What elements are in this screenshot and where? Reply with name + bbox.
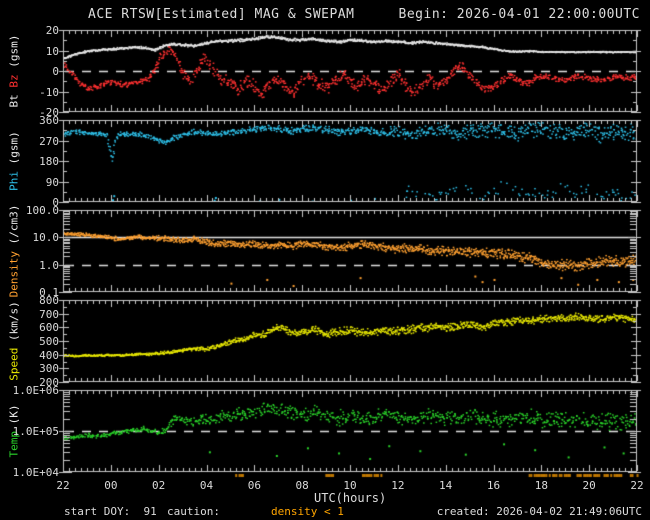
y-tick-label: 500: [39, 335, 59, 348]
x-axis-label: UTC(hours): [314, 491, 387, 505]
start-doy-label: start DOY: 91: [64, 505, 157, 518]
y-tick-label: 90: [45, 175, 59, 189]
y-tick-label: 1.0: [39, 258, 59, 272]
y-tick-label: 270: [39, 134, 59, 148]
ylabel-part: Phi: [7, 170, 21, 191]
y-tick-label: 1.0E+04: [12, 466, 59, 479]
y-tick-label: 20: [45, 24, 59, 37]
created-timestamp: created: 2026-04-02 21:49:06UTC: [436, 505, 642, 518]
y-tick-label: 0: [52, 65, 59, 78]
ylabel-part: (gsm): [7, 131, 21, 171]
caution-label: caution:: [167, 505, 220, 518]
y-tick-label: 360: [39, 114, 59, 127]
page-title: ACE RTSW[Estimated] MAG & SWEPAM: [88, 7, 355, 22]
rtsw-plot-screen: ACE RTSW[Estimated] MAG & SWEPAM Begin: …: [0, 0, 650, 520]
x-tick-label: 16: [486, 479, 501, 492]
y-tick-label: 400: [39, 348, 59, 362]
x-tick-label: 04: [199, 479, 214, 492]
y-tick-label: 700: [39, 307, 59, 321]
x-tick-label: 22: [630, 479, 644, 492]
y-tick-label: 10: [45, 44, 59, 58]
y-tick-label: 600: [39, 321, 59, 335]
ylabel-part: (km/s): [7, 301, 21, 348]
y-tick-label: 300: [39, 362, 59, 376]
ylabel-part: (gsm): [7, 34, 21, 75]
x-tick-label: 18: [534, 479, 548, 492]
ylabel-part: Bz: [7, 74, 21, 88]
y-tick-label: 10.0: [32, 231, 60, 245]
caution-value: density < 1: [271, 505, 344, 518]
y-tick-label: 1.0E+05: [12, 425, 59, 438]
y-tick-label: 100.0: [25, 204, 59, 217]
y-tick-label: 1.0E+06: [12, 384, 59, 397]
begin-timestamp: Begin: 2026-04-01 22:00:00UTC: [398, 7, 640, 22]
plot-canvas: [0, 0, 650, 520]
x-tick-label: 06: [247, 479, 261, 492]
y-tick-label: -10: [39, 85, 59, 99]
ylabel-part: (/cm3): [7, 204, 21, 251]
x-tick-label: 00: [104, 479, 118, 492]
y-tick-label: 180: [39, 155, 59, 168]
x-tick-label: 14: [439, 479, 453, 492]
x-tick-label: 02: [152, 479, 166, 492]
x-tick-label: 20: [582, 479, 596, 492]
x-tick-label: 22: [56, 479, 70, 492]
ylabel-part: Bt: [7, 87, 21, 108]
y-tick-label: 800: [39, 294, 59, 307]
